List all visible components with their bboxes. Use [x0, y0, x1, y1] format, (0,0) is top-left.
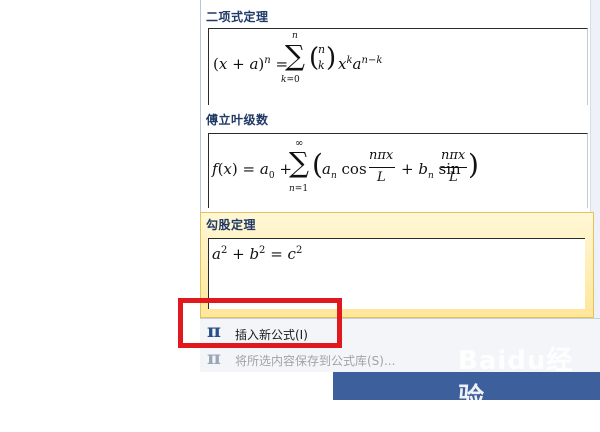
fourier-frac2-bar	[441, 167, 467, 168]
fourier-sum: ∑	[289, 146, 309, 179]
binomial-tail: xkan−k	[338, 55, 383, 73]
equation-binomial[interactable]: (x + a)n = ∑ n k=0 ( n k ) xkan−k	[208, 28, 588, 105]
watermark: Baidu经验 jingyan.baidu.com	[458, 340, 600, 432]
fourier-lhs: f(x) = a0 +	[212, 160, 292, 181]
pi-icon: π	[207, 347, 221, 369]
section-title-pythagorean: 勾股定理	[206, 218, 257, 232]
save-to-gallery-label: 将所选内容保存到公式库(S)...	[235, 354, 396, 368]
fourier-sum-upper: ∞	[295, 138, 304, 149]
fourier-rparen: )	[468, 148, 479, 181]
equation-fourier[interactable]: f(x) = a0 + ∑ ∞ n=1 ( an cos nπx L + bn …	[208, 133, 588, 208]
watermark-brand: Baidu经验	[458, 346, 574, 413]
sum-lower: k=0	[281, 75, 300, 85]
fourier-frac1-den: L	[377, 170, 386, 185]
sum-symbol: ∑	[285, 39, 305, 72]
fourier-frac1-num: nπx	[369, 148, 394, 163]
fourier-frac1-bar	[369, 167, 395, 168]
section-title-binomial: 二项式定理	[206, 10, 269, 24]
binomial-formula: (x + a)n =	[213, 55, 289, 73]
section-title-fourier: 傅立叶级数	[206, 113, 269, 127]
fourier-frac2-den: L	[449, 170, 458, 185]
sum-upper: n	[292, 31, 298, 41]
pythagorean-formula: a2 + b2 = c2	[212, 245, 303, 263]
binom-right-paren: )	[326, 43, 337, 73]
fourier-sum-lower: n=1	[289, 184, 309, 194]
watermark-url: jingyan.baidu.com	[458, 418, 578, 432]
binom-k: k	[318, 59, 325, 72]
binom-n: n	[318, 43, 326, 56]
fourier-term1: an cos	[322, 160, 367, 181]
annotation-highlight-box	[178, 298, 342, 348]
fourier-frac2-num: nπx	[441, 148, 466, 163]
